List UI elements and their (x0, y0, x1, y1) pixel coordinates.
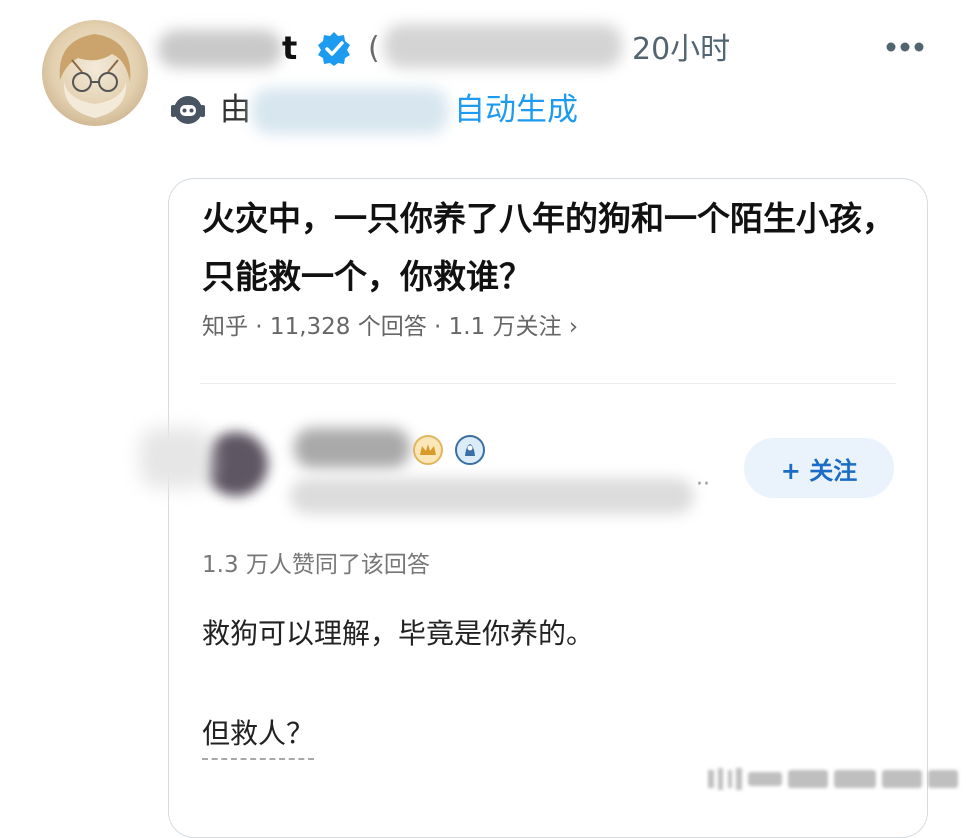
answerer-avatar-blurred[interactable] (204, 432, 268, 496)
post-time[interactable]: 20小时 (632, 28, 730, 72)
generator-name-blurred (252, 88, 448, 134)
bio-ellipsis: ·· (696, 472, 710, 497)
handle-open-paren: ( (368, 31, 380, 66)
header-gray-blur (140, 428, 212, 488)
emblem-badge-icon (455, 435, 485, 465)
answerer-bio-blurred (290, 478, 694, 514)
author-name[interactable]: t (282, 26, 297, 70)
crown-badge-icon (413, 435, 443, 465)
bot-icon (171, 96, 205, 124)
divider (200, 383, 896, 384)
upvote-count: 1.3 万人赞同了该回答 (202, 552, 430, 578)
follow-button[interactable]: + 关注 (744, 438, 894, 498)
answer-text-line-2[interactable]: 但救人？ (202, 714, 315, 760)
handle-blurred (384, 24, 622, 68)
question-title[interactable]: 火灾中，一只你养了八年的狗和一个陌生小孩，只能救一个，你救谁？ (202, 190, 902, 306)
watermark-blurred (708, 768, 958, 790)
avatar[interactable] (42, 20, 148, 126)
generated-by-prefix: 由 (220, 92, 251, 128)
answerer-name-blurred (294, 428, 410, 468)
more-icon[interactable] (884, 36, 926, 58)
generated-by-suffix: 自动生成 (454, 92, 578, 128)
question-meta[interactable]: 知乎 · 11,328 个回答 · 1.1 万关注 › (202, 310, 578, 344)
verified-badge-icon (318, 32, 350, 66)
author-name-blurred (158, 30, 282, 68)
answer-text-line-1[interactable]: 救狗可以理解，毕竟是你养的。 (202, 612, 594, 656)
